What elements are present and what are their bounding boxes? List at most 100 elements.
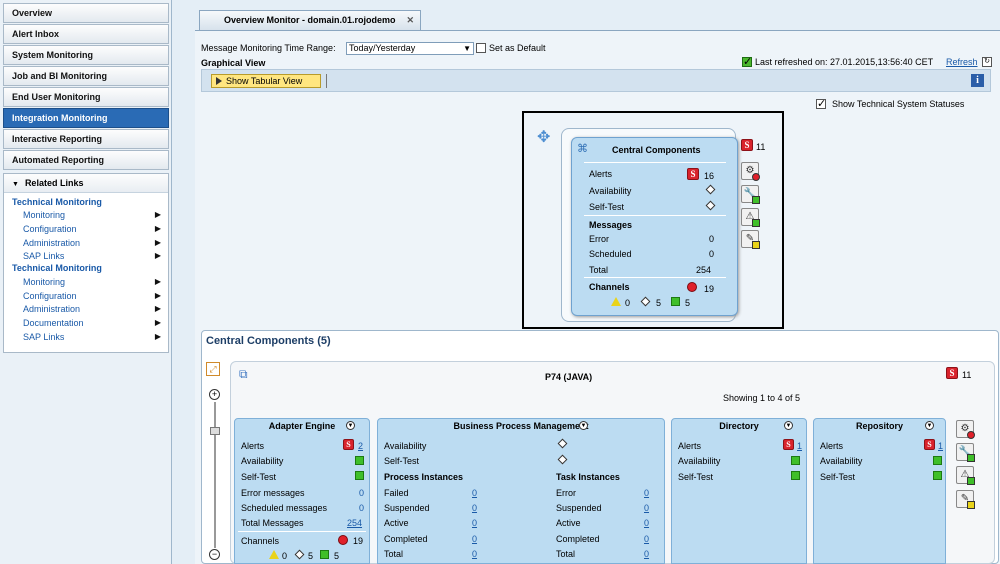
ae-channels-label: Channels: [241, 536, 280, 546]
tab-overview-monitor[interactable]: Overview Monitor - domain.01.rojodemo ✕: [199, 10, 421, 30]
info-icon[interactable]: i: [971, 74, 984, 87]
green-square-icon: [320, 550, 329, 559]
related-group-title[interactable]: Technical Monitoring: [12, 263, 102, 273]
related-link-administration[interactable]: Administration ▶: [23, 304, 161, 314]
ae-channels-value[interactable]: 19: [353, 536, 363, 546]
task-total-label: Total: [556, 549, 576, 559]
task-completed-label: Completed: [556, 534, 600, 544]
task-total-link[interactable]: 0: [644, 549, 649, 559]
related-link-configuration[interactable]: Configuration ▶: [23, 291, 161, 301]
ae-error-value[interactable]: 0: [359, 488, 364, 498]
last-refreshed-text: Last refreshed on: 27.01.2015,13:56:40 C…: [755, 57, 934, 67]
zoom-slider-handle[interactable]: [210, 427, 220, 435]
task-suspended-label: Suspended: [556, 503, 602, 513]
related-link-administration[interactable]: Administration ▶: [23, 238, 161, 248]
central-components-node[interactable]: ⌘ Central Components Alerts S 16 Availab…: [571, 137, 738, 316]
nav-item-end-user-monitoring[interactable]: End User Monitoring: [3, 87, 169, 107]
channels-green-count: 5: [685, 298, 691, 308]
refresh-link[interactable]: Refresh: [946, 57, 978, 67]
chevron-down-icon[interactable]: ▼: [784, 421, 793, 430]
nav-item-system-monitoring[interactable]: System Monitoring: [3, 45, 169, 65]
nav-item-automated-reporting[interactable]: Automated Reporting: [3, 150, 169, 170]
left-navigation: Overview Alert Inbox System Monitoring J…: [0, 0, 172, 564]
nav-item-job-bi-monitoring[interactable]: Job and BI Monitoring: [3, 66, 169, 86]
warning-icon[interactable]: ⚠: [741, 208, 760, 227]
wrench-icon[interactable]: 🔧: [956, 443, 975, 462]
alert-s-icon: S: [783, 439, 794, 450]
channel-error-icon: [338, 535, 348, 545]
graphical-view-label: Graphical View: [201, 58, 266, 68]
availability-label: Availability: [589, 186, 632, 196]
auto-refresh-checkbox[interactable]: [742, 55, 752, 68]
task-error-link[interactable]: 0: [644, 488, 649, 498]
fit-view-icon[interactable]: ⤢: [206, 362, 220, 376]
ae-error-label: Error messages: [241, 488, 305, 498]
nav-item-overview[interactable]: Overview: [3, 3, 169, 23]
related-link-sap-links[interactable]: SAP Links ▶: [23, 251, 161, 261]
zoom-slider-track[interactable]: [214, 402, 216, 548]
alert-monitor-icon[interactable]: ⚙: [741, 162, 760, 181]
process-active-link[interactable]: 0: [472, 518, 477, 528]
refresh-settings-icon[interactable]: ↻: [982, 57, 992, 67]
chevron-down-icon[interactable]: ▼: [346, 421, 355, 430]
repo-alerts-label: Alerts: [820, 441, 844, 451]
process-failed-link[interactable]: 0: [472, 488, 477, 498]
error-label: Error: [589, 234, 609, 244]
nav-item-integration-monitoring[interactable]: Integration Monitoring: [3, 108, 169, 128]
ae-total-label: Total Messages: [241, 518, 304, 528]
process-total-link[interactable]: 0: [472, 549, 477, 559]
ae-total-link[interactable]: 254: [347, 518, 362, 528]
zoom-out-button[interactable]: −: [209, 549, 220, 560]
ae-scheduled-value[interactable]: 0: [359, 503, 364, 513]
process-suspended-link[interactable]: 0: [472, 503, 477, 513]
chevron-right-icon: ▶: [154, 318, 161, 327]
channels-label: Channels: [589, 282, 630, 292]
wrench-icon[interactable]: 🔧: [741, 185, 760, 204]
collapse-triangle-icon[interactable]: ▼: [12, 181, 19, 188]
ae-alerts-link[interactable]: 2: [358, 441, 363, 451]
chevron-right-icon: ▶: [154, 332, 161, 341]
chevron-down-icon[interactable]: ▼: [579, 421, 588, 430]
ae-ch-green: 5: [334, 551, 340, 561]
green-square-icon: [933, 456, 942, 465]
task-suspended-link[interactable]: 0: [644, 503, 649, 513]
system-name: P74 (JAVA): [545, 372, 593, 382]
related-link-monitoring[interactable]: Monitoring ▶: [23, 277, 161, 287]
related-links-title: Related Links: [24, 178, 84, 188]
task-active-link[interactable]: 0: [644, 518, 649, 528]
warning-triangle-icon: [611, 297, 621, 306]
set-default-checkbox[interactable]: [476, 43, 486, 53]
system-s-icon: S: [741, 139, 753, 151]
column-header: Business Process Management: [453, 421, 589, 431]
zoom-in-button[interactable]: +: [209, 389, 220, 400]
dir-alerts-link[interactable]: 1: [797, 441, 802, 451]
chevron-right-icon: ▶: [154, 277, 161, 286]
show-tabular-view-button[interactable]: Show Tabular View: [211, 74, 321, 88]
green-square-icon: [671, 297, 680, 306]
close-icon[interactable]: ✕: [406, 11, 414, 30]
related-link-sap-links[interactable]: SAP Links ▶: [23, 332, 161, 342]
related-link-documentation[interactable]: Documentation ▶: [23, 318, 161, 328]
scheduled-label: Scheduled: [589, 249, 632, 259]
process-completed-link[interactable]: 0: [472, 534, 477, 544]
related-links-header[interactable]: ▼ Related Links: [4, 174, 168, 193]
alert-monitor-icon[interactable]: ⚙: [956, 420, 975, 439]
repo-alerts-link[interactable]: 1: [938, 441, 943, 451]
related-link-configuration[interactable]: Configuration ▶: [23, 224, 161, 234]
time-range-select[interactable]: Today/Yesterday ▼: [346, 42, 474, 55]
chevron-right-icon: ▶: [154, 224, 161, 233]
move-icon[interactable]: ✥: [537, 127, 550, 147]
alerts-value[interactable]: 16: [704, 171, 714, 181]
task-completed-link[interactable]: 0: [644, 534, 649, 544]
nav-item-alert-inbox[interactable]: Alert Inbox: [3, 24, 169, 44]
edit-icon[interactable]: ✎: [956, 490, 975, 509]
divider: [584, 162, 726, 163]
related-link-monitoring[interactable]: Monitoring ▶: [23, 210, 161, 220]
related-group-title[interactable]: Technical Monitoring: [12, 197, 102, 207]
show-statuses-checkbox[interactable]: [816, 97, 826, 110]
warning-icon[interactable]: ⚠: [956, 466, 975, 485]
chevron-down-icon[interactable]: ▼: [925, 421, 934, 430]
alert-s-icon: S: [687, 168, 699, 180]
nav-item-interactive-reporting[interactable]: Interactive Reporting: [3, 129, 169, 149]
edit-icon[interactable]: ✎: [741, 230, 760, 249]
